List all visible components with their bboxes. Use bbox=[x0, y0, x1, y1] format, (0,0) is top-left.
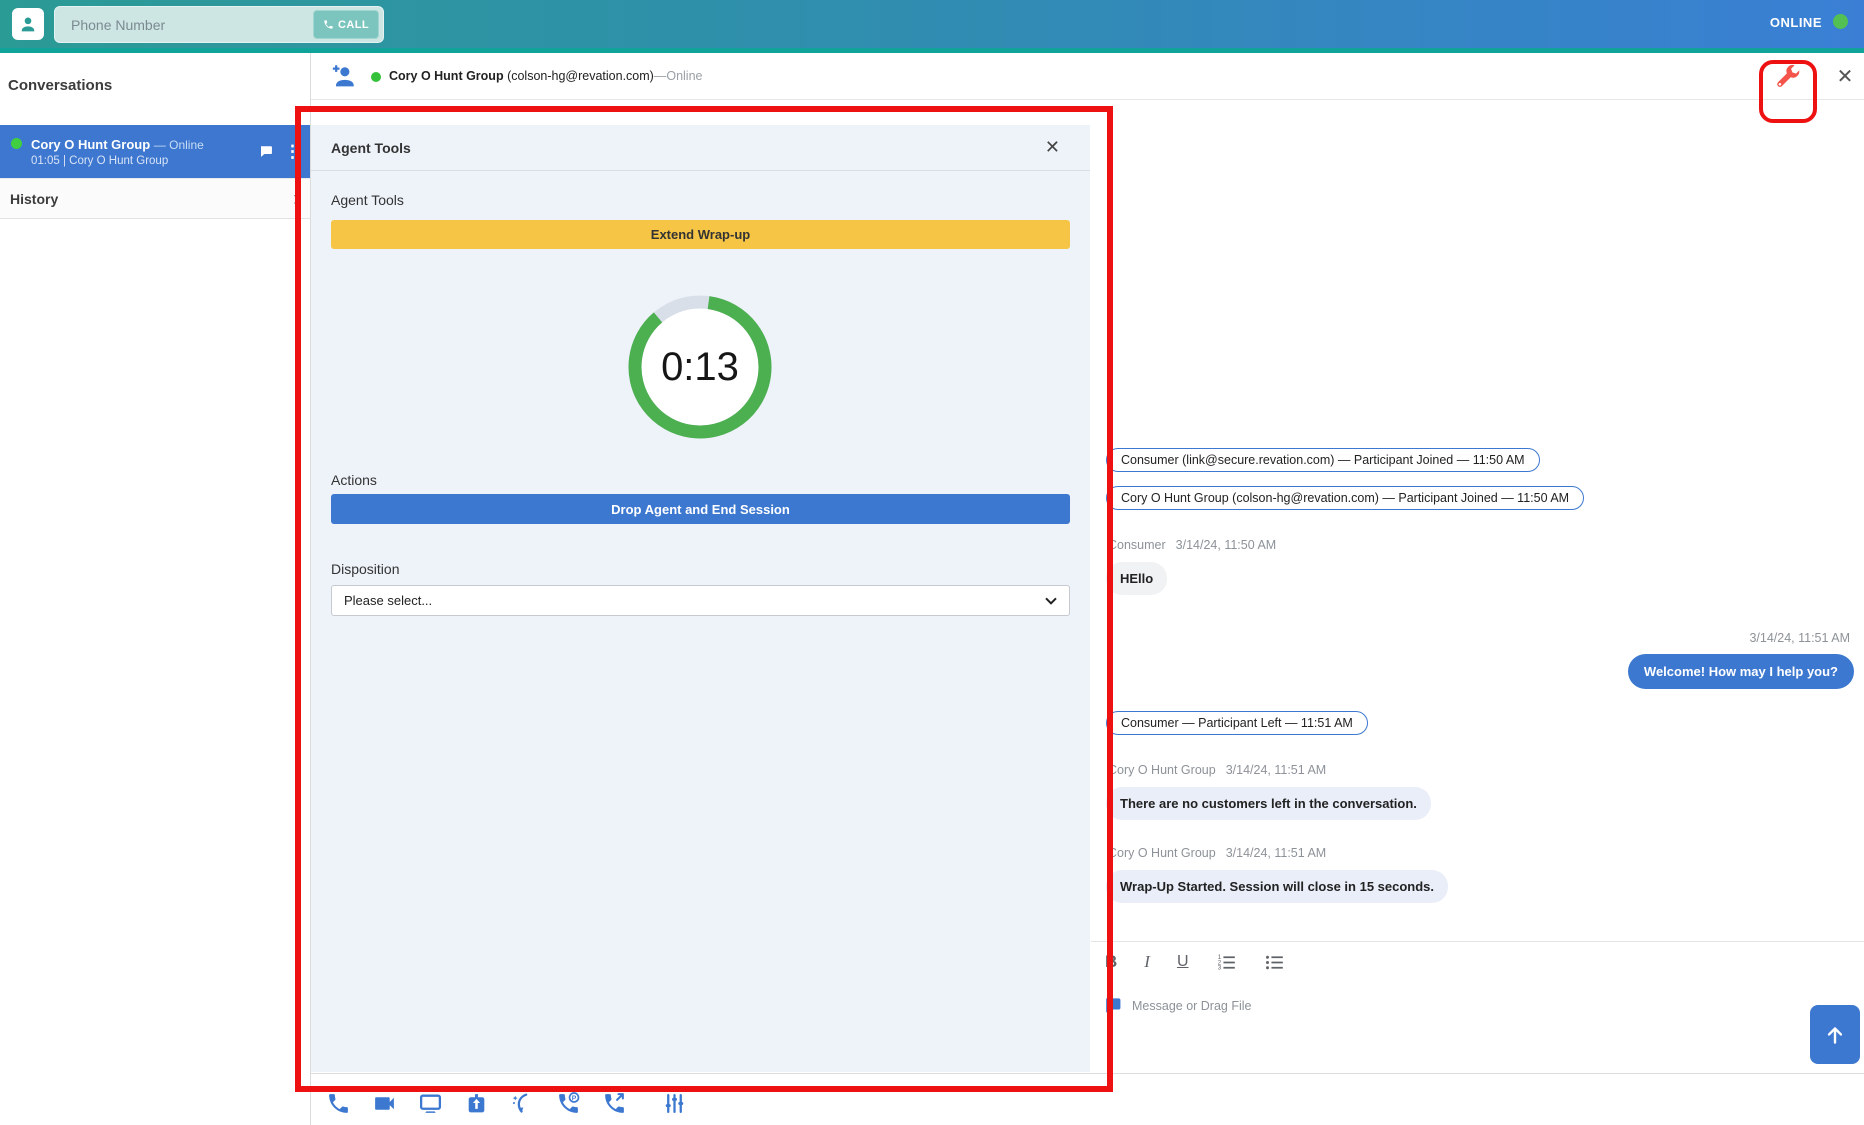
top-bar: CALL ONLINE bbox=[0, 0, 1864, 48]
message-bubble-incoming: HEllo bbox=[1106, 562, 1167, 595]
disposition-selected-value: Please select... bbox=[344, 593, 432, 608]
timer-value: 0:13 bbox=[622, 289, 778, 445]
message-bubble-icon bbox=[1103, 996, 1122, 1015]
agent-tools-panel: Agent Tools ✕ Agent Tools Extend Wrap-up… bbox=[311, 125, 1090, 1072]
message-bubble-system: There are no customers left in the conve… bbox=[1106, 787, 1431, 820]
agent-tools-wrench-button[interactable] bbox=[1773, 63, 1801, 91]
chat-title-email: (colson-hg@revation.com) bbox=[507, 69, 654, 83]
message-input[interactable]: Message or Drag File bbox=[1132, 999, 1252, 1013]
transfer-call-icon[interactable] bbox=[602, 1091, 627, 1116]
conversation-item[interactable]: Cory O Hunt Group — Online 01:05 | Cory … bbox=[0, 125, 310, 178]
message-bubble-outgoing: Welcome! How may I help you? bbox=[1628, 654, 1854, 689]
wrapup-timer: 0:13 bbox=[622, 289, 778, 445]
messages-list: Consumer (link@secure.revation.com) — Pa… bbox=[1091, 448, 1864, 915]
event-pill: Consumer — Participant Left — 11:51 AM bbox=[1106, 711, 1368, 735]
send-arrow-icon bbox=[1822, 1022, 1848, 1048]
agent-tools-title: Agent Tools bbox=[311, 125, 1090, 171]
callback-icon[interactable] bbox=[510, 1091, 535, 1116]
conversation-name: Cory O Hunt Group bbox=[31, 137, 150, 152]
message-meta: Consumer 3/14/24, 11:50 AM bbox=[1108, 538, 1276, 552]
agent-tools-header: Agent Tools ✕ bbox=[311, 125, 1090, 171]
drop-agent-button[interactable]: Drop Agent and End Session bbox=[331, 494, 1070, 524]
underline-button[interactable]: U bbox=[1177, 950, 1189, 974]
close-panel-icon[interactable]: ✕ bbox=[1045, 137, 1060, 158]
send-button[interactable] bbox=[1810, 1005, 1860, 1064]
close-conversation-icon[interactable]: ✕ bbox=[1832, 64, 1858, 89]
timestamp-right: 3/14/24, 11:51 AM bbox=[1749, 631, 1850, 645]
file-share-icon[interactable] bbox=[464, 1091, 489, 1116]
chevron-right-icon: › bbox=[293, 188, 300, 209]
ordered-list-button[interactable]: 123 bbox=[1216, 952, 1237, 973]
chat-presence-dot bbox=[371, 72, 381, 82]
chat-title-status: —Online bbox=[654, 69, 703, 83]
call-icon bbox=[323, 19, 334, 30]
extend-wrapup-button[interactable]: Extend Wrap-up bbox=[331, 220, 1070, 249]
unordered-list-button[interactable] bbox=[1264, 952, 1285, 973]
online-status-label: ONLINE bbox=[1770, 15, 1822, 30]
formatting-toolbar: B I U 123 bbox=[1105, 950, 1285, 974]
chevron-down-icon bbox=[1045, 597, 1057, 605]
park-call-icon[interactable]: P bbox=[556, 1091, 581, 1116]
svg-text:3: 3 bbox=[1217, 964, 1221, 971]
call-controls-toolbar: P bbox=[326, 1091, 687, 1116]
agent-tools-section-label: Agent Tools bbox=[331, 192, 1090, 208]
bottom-divider bbox=[311, 1073, 1864, 1074]
chat-bubble-icon[interactable] bbox=[258, 144, 274, 159]
disposition-select[interactable]: Please select... bbox=[331, 585, 1070, 616]
compose-divider bbox=[1091, 941, 1864, 942]
svg-text:P: P bbox=[572, 1095, 577, 1102]
message-time: 3/14/24, 11:50 AM bbox=[1176, 538, 1277, 552]
event-pill: Consumer (link@secure.revation.com) — Pa… bbox=[1106, 448, 1540, 472]
history-section[interactable]: History › bbox=[0, 178, 310, 219]
screen-share-icon[interactable] bbox=[418, 1091, 443, 1116]
add-participant-icon[interactable] bbox=[329, 62, 357, 90]
conversations-title: Conversations bbox=[0, 53, 310, 94]
video-call-icon[interactable] bbox=[372, 1091, 397, 1116]
message-time: 3/14/24, 11:51 AM bbox=[1226, 846, 1327, 860]
sidebar: Conversations Cory O Hunt Group — Online… bbox=[0, 53, 311, 1125]
wrench-icon bbox=[1773, 63, 1801, 91]
disposition-label: Disposition bbox=[331, 561, 399, 577]
message-bubble-system: Wrap-Up Started. Session will close in 1… bbox=[1106, 870, 1448, 903]
call-button[interactable]: CALL bbox=[313, 10, 379, 39]
italic-button[interactable]: I bbox=[1144, 950, 1150, 974]
phone-number-input[interactable] bbox=[55, 7, 313, 42]
kebab-menu-icon[interactable]: ⋮ bbox=[284, 143, 301, 160]
message-sender: Cory O Hunt Group bbox=[1108, 846, 1216, 860]
message-sender: Cory O Hunt Group bbox=[1108, 763, 1216, 777]
conversation-status: — Online bbox=[154, 138, 204, 152]
presence-dot bbox=[11, 138, 22, 149]
message-sender: Consumer bbox=[1108, 538, 1166, 552]
call-button-label: CALL bbox=[338, 19, 369, 31]
chat-header: Cory O Hunt Group (colson-hg@revation.co… bbox=[311, 53, 1864, 100]
chat-title-name: Cory O Hunt Group bbox=[389, 69, 504, 83]
compose-area: Message or Drag File bbox=[1103, 996, 1252, 1015]
voice-call-icon[interactable] bbox=[326, 1091, 351, 1116]
actions-label: Actions bbox=[331, 472, 377, 488]
audio-settings-icon[interactable] bbox=[662, 1091, 687, 1116]
conversation-meta: 01:05 | Cory O Hunt Group bbox=[31, 155, 258, 167]
event-pill: Cory O Hunt Group (colson-hg@revation.co… bbox=[1106, 486, 1584, 510]
chat-title: Cory O Hunt Group (colson-hg@revation.co… bbox=[389, 69, 702, 83]
bold-button[interactable]: B bbox=[1105, 950, 1117, 974]
online-indicator-dot bbox=[1833, 14, 1848, 29]
message-meta: Cory O Hunt Group 3/14/24, 11:51 AM bbox=[1108, 763, 1326, 777]
phone-number-field: CALL bbox=[54, 6, 384, 43]
history-label: History bbox=[10, 191, 58, 207]
message-time: 3/14/24, 11:51 AM bbox=[1226, 763, 1327, 777]
message-meta: Cory O Hunt Group 3/14/24, 11:51 AM bbox=[1108, 846, 1326, 860]
contacts-icon[interactable] bbox=[12, 8, 44, 40]
